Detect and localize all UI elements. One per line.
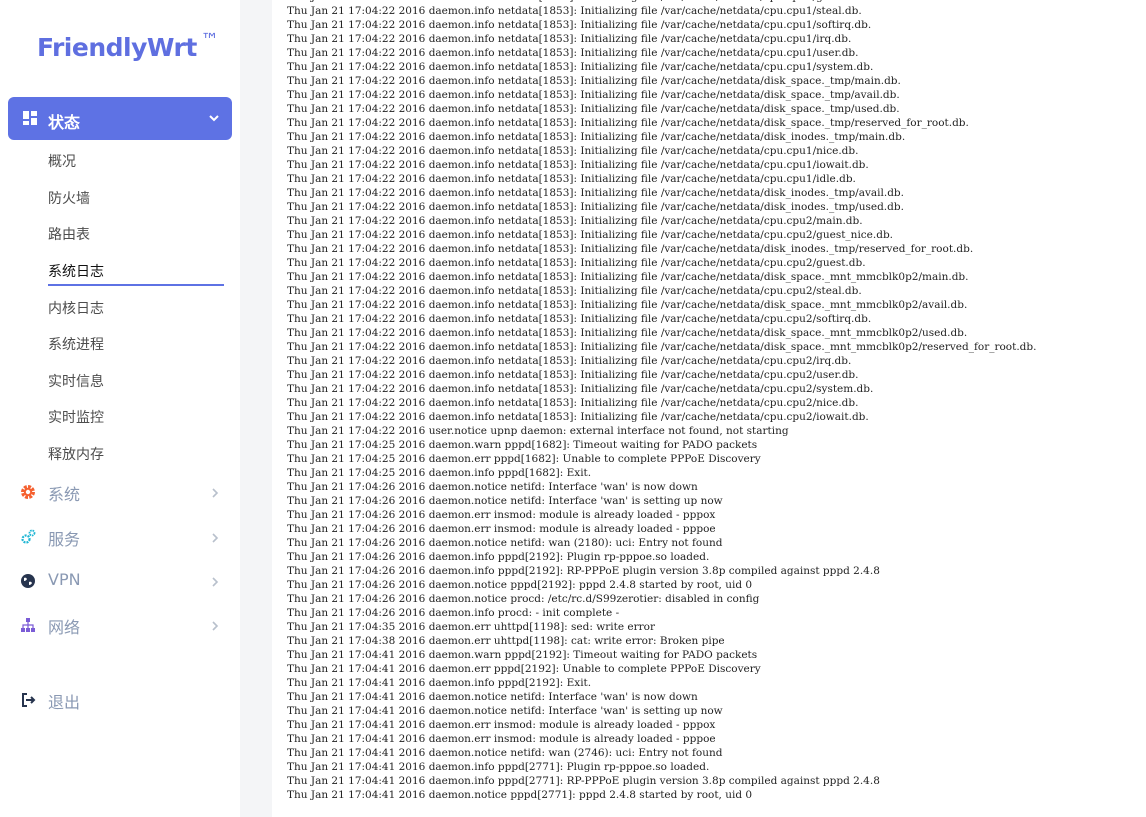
log-line: Thu Jan 21 17:04:26 2016 daemon.notice n…: [287, 537, 723, 549]
log-line: Thu Jan 21 17:04:22 2016 daemon.info net…: [287, 215, 863, 227]
sidebar-item-processes[interactable]: 系统进程: [48, 334, 104, 354]
log-line: Thu Jan 21 17:04:22 2016 daemon.info net…: [287, 299, 968, 311]
log-line: Thu Jan 21 17:04:41 2016 daemon.info ppp…: [287, 761, 710, 773]
log-line: Thu Jan 21 17:04:22 2016 daemon.info net…: [287, 355, 852, 367]
log-line: Thu Jan 21 17:04:25 2016 daemon.warn ppp…: [287, 439, 758, 451]
logout-icon: [20, 692, 36, 708]
brand-name: FriendlyWrt: [37, 33, 197, 62]
log-line: Thu Jan 21 17:04:22 2016 daemon.info net…: [287, 201, 904, 213]
log-line: Thu Jan 21 17:04:26 2016 daemon.err insm…: [287, 509, 716, 521]
active-item-underline: [48, 284, 224, 286]
log-line: Thu Jan 21 17:04:26 2016 daemon.info ppp…: [287, 551, 710, 563]
log-line: Thu Jan 21 17:04:26 2016 daemon.info pro…: [287, 607, 620, 619]
log-line: Thu Jan 21 17:04:35 2016 daemon.err uhtt…: [287, 621, 655, 633]
log-line: Thu Jan 21 17:04:22 2016 daemon.info net…: [287, 383, 874, 395]
log-line: Thu Jan 21 17:04:22 2016 daemon.info net…: [287, 5, 862, 17]
log-line: Thu Jan 21 17:04:22 2016 daemon.info net…: [287, 271, 969, 283]
menu-system-label: 系统: [48, 485, 81, 504]
log-line: Thu Jan 21 17:04:22 2016 daemon.info net…: [287, 243, 974, 255]
chevron-right-icon: [210, 573, 220, 592]
log-line: Thu Jan 21 17:04:41 2016 daemon.info ppp…: [287, 677, 592, 689]
log-line: Thu Jan 21 17:04:22 2016 daemon.info net…: [287, 159, 869, 171]
log-line: Thu Jan 21 17:04:26 2016 daemon.notice p…: [287, 593, 760, 605]
log-line: Thu Jan 21 17:04:22 2016 daemon.info net…: [287, 187, 904, 199]
log-line: Thu Jan 21 17:04:41 2016 daemon.notice n…: [287, 705, 723, 717]
log-line: Thu Jan 21 17:04:22 2016 daemon.info net…: [287, 33, 852, 45]
log-line: Thu Jan 21 17:04:22 2016 daemon.info net…: [287, 313, 872, 325]
log-line: Thu Jan 21 17:04:22 2016 daemon.info net…: [287, 229, 894, 241]
globe-icon: [20, 573, 36, 589]
chevron-right-icon: [210, 617, 220, 636]
log-line: Thu Jan 21 17:04:22 2016 daemon.info net…: [287, 411, 869, 423]
menu-logout-label: 退出: [48, 693, 81, 712]
log-line: Thu Jan 21 17:04:22 2016 daemon.info net…: [287, 145, 859, 157]
log-line: Thu Jan 21 17:04:22 2016 daemon.info net…: [287, 173, 856, 185]
log-line: Thu Jan 21 17:04:41 2016 daemon.notice p…: [287, 789, 753, 801]
log-line: Thu Jan 21 17:04:26 2016 daemon.notice n…: [287, 481, 698, 493]
menu-services[interactable]: 服务: [20, 523, 224, 551]
sidebar-item-realtime-info[interactable]: 实时信息: [48, 371, 104, 391]
log-line: Thu Jan 21 17:04:22 2016 daemon.info net…: [287, 327, 968, 339]
cogs-icon: [20, 529, 36, 545]
menu-network-label: 网络: [48, 618, 81, 637]
log-line: Thu Jan 21 17:04:22 2016 daemon.info net…: [287, 61, 874, 73]
log-line: Thu Jan 21 17:04:26 2016 daemon.err insm…: [287, 523, 716, 535]
log-line: Thu Jan 21 17:04:22 2016 daemon.info net…: [287, 369, 859, 381]
dashboard-grid-icon: [23, 111, 37, 130]
menu-logout[interactable]: 退出: [20, 686, 224, 714]
log-line: Thu Jan 21 17:04:22 2016 daemon.info net…: [287, 131, 906, 143]
sidebar: FriendlyWrt ™ 状态 概况 防火墙 路由表 系统日志 内核日志 系统进…: [0, 0, 240, 817]
log-line: Thu Jan 21 17:04:22 2016 daemon.info net…: [287, 397, 859, 409]
sidebar-item-kernel-log[interactable]: 内核日志: [48, 298, 104, 318]
menu-status-label: 状态: [48, 113, 81, 132]
log-line: Thu Jan 21 17:04:38 2016 daemon.err uhtt…: [287, 635, 725, 647]
log-line: Thu Jan 21 17:04:26 2016 daemon.info ppp…: [287, 565, 880, 577]
gear-icon: [20, 484, 36, 500]
log-line: Thu Jan 21 17:04:22 2016 user.notice upn…: [287, 425, 789, 437]
sidebar-item-routes[interactable]: 路由表: [48, 224, 90, 244]
log-line: Thu Jan 21 17:04:22 2016 daemon.info net…: [287, 19, 872, 31]
menu-vpn-label: VPN: [48, 570, 81, 589]
chevron-down-icon: [208, 111, 220, 129]
menu-system[interactable]: 系统: [20, 478, 224, 506]
log-line: Thu Jan 21 17:04:22 2016 daemon.info net…: [287, 117, 969, 129]
system-log-panel[interactable]: Thu Jan 21 17:04:22 2016 daemon.info net…: [272, 0, 1146, 817]
log-line: Thu Jan 21 17:04:41 2016 daemon.warn ppp…: [287, 649, 758, 661]
system-log-text: Thu Jan 21 17:04:22 2016 daemon.info net…: [287, 0, 1036, 802]
log-line: Thu Jan 21 17:04:22 2016 daemon.info net…: [287, 285, 862, 297]
log-line: Thu Jan 21 17:04:25 2016 daemon.info ppp…: [287, 467, 592, 479]
sidebar-item-system-log[interactable]: 系统日志: [48, 261, 104, 281]
log-line: Thu Jan 21 17:04:26 2016 daemon.notice p…: [287, 579, 753, 591]
menu-network[interactable]: 网络: [20, 611, 224, 639]
log-line: Thu Jan 21 17:04:41 2016 daemon.err insm…: [287, 733, 716, 745]
log-line: Thu Jan 21 17:04:25 2016 daemon.err pppd…: [287, 453, 761, 465]
log-line: Thu Jan 21 17:04:22 2016 daemon.info net…: [287, 257, 866, 269]
sidebar-item-free-memory[interactable]: 释放内存: [48, 444, 104, 464]
log-line: Thu Jan 21 17:04:41 2016 daemon.notice n…: [287, 747, 723, 759]
chevron-right-icon: [210, 529, 220, 548]
log-line: Thu Jan 21 17:04:22 2016 daemon.info net…: [287, 89, 900, 101]
log-line: Thu Jan 21 17:04:41 2016 daemon.err insm…: [287, 719, 716, 731]
log-line: Thu Jan 21 17:04:22 2016 daemon.info net…: [287, 341, 1037, 353]
network-icon: [20, 617, 36, 633]
log-line: Thu Jan 21 17:04:41 2016 daemon.info ppp…: [287, 775, 880, 787]
sidebar-item-firewall[interactable]: 防火墙: [48, 188, 90, 208]
log-line: Thu Jan 21 17:04:22 2016 daemon.info net…: [287, 47, 859, 59]
log-line: Thu Jan 21 17:04:22 2016 daemon.info net…: [287, 103, 900, 115]
log-line: Thu Jan 21 17:04:22 2016 daemon.info net…: [287, 75, 901, 87]
sidebar-item-realtime-monitor[interactable]: 实时监控: [48, 407, 104, 427]
log-line: Thu Jan 21 17:04:41 2016 daemon.notice n…: [287, 691, 698, 703]
trademark-symbol: ™: [200, 30, 219, 51]
log-line: Thu Jan 21 17:04:41 2016 daemon.err pppd…: [287, 663, 761, 675]
menu-status[interactable]: 状态: [8, 97, 232, 140]
chevron-right-icon: [210, 484, 220, 503]
brand-logo[interactable]: FriendlyWrt ™: [37, 30, 219, 62]
sidebar-item-overview[interactable]: 概况: [48, 151, 76, 171]
menu-services-label: 服务: [48, 530, 81, 549]
menu-vpn[interactable]: VPN: [20, 567, 224, 595]
log-line: Thu Jan 21 17:04:26 2016 daemon.notice n…: [287, 495, 723, 507]
log-line: Thu Jan 21 17:04:22 2016 daemon.info net…: [287, 0, 866, 3]
